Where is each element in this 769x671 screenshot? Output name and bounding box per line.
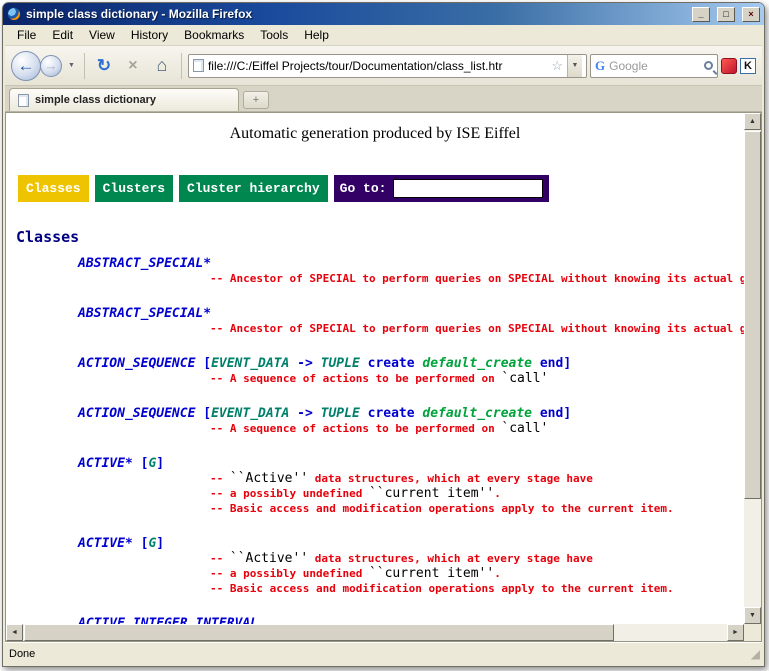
search-bar[interactable]: G [590, 54, 718, 78]
scroll-left-button[interactable]: ◄ [6, 624, 23, 641]
class-comment-line: -- A sequence of actions to be performed… [210, 371, 744, 386]
goto-box: Go to: [334, 175, 550, 202]
tab-simple-class-dictionary[interactable]: simple class dictionary [9, 88, 239, 111]
resize-grip[interactable]: ◢ [751, 648, 760, 660]
class-comments: -- A sequence of actions to be performed… [210, 421, 744, 436]
scroll-down-button[interactable]: ▼ [744, 607, 761, 624]
page-title: Automatic generation produced by ISE Eif… [6, 125, 744, 143]
class-entry: ABSTRACT_SPECIAL*-- Ancestor of SPECIAL … [78, 256, 744, 286]
goto-input[interactable] [393, 179, 543, 198]
class-name-link[interactable]: ACTIVE* [G] [78, 456, 744, 471]
forward-button[interactable]: → [40, 55, 62, 77]
class-comment-line: -- a possibly undefined ``current item''… [210, 486, 744, 501]
class-comment-line: -- Basic access and modification operati… [210, 581, 744, 596]
addon-icon-k[interactable]: K [740, 58, 756, 74]
class-entry: ACTIVE* [G]-- ``Active'' data structures… [78, 536, 744, 596]
tab-favicon [18, 94, 29, 107]
class-comments: -- Ancestor of SPECIAL to perform querie… [210, 271, 744, 286]
page-button-classes[interactable]: Classes [18, 175, 89, 202]
class-name-link[interactable]: ACTIVE* [G] [78, 536, 744, 551]
history-dropdown-icon[interactable]: ▼ [65, 62, 78, 69]
address-dropdown-button[interactable]: ▼ [567, 55, 582, 77]
class-entry: ACTION_SEQUENCE [EVENT_DATA -> TUPLE cre… [78, 406, 744, 436]
class-entry: ABSTRACT_SPECIAL*-- Ancestor of SPECIAL … [78, 306, 744, 336]
class-comment-line: -- ``Active'' data structures, which at … [210, 551, 744, 566]
class-list: ABSTRACT_SPECIAL*-- Ancestor of SPECIAL … [6, 256, 744, 624]
tab-bar: simple class dictionary + [5, 86, 762, 112]
class-name-link[interactable]: ACTION_SEQUENCE [EVENT_DATA -> TUPLE cre… [78, 406, 744, 421]
toolbar-separator [181, 53, 182, 79]
class-comment-line: -- Ancestor of SPECIAL to perform querie… [210, 321, 744, 336]
horizontal-scroll-thumb[interactable] [24, 624, 614, 641]
class-comment-line: -- ``Active'' data structures, which at … [210, 471, 744, 486]
address-input[interactable] [208, 59, 547, 73]
menu-item-edit[interactable]: Edit [44, 26, 81, 44]
horizontal-scrollbar[interactable]: ◄ ► [6, 624, 744, 641]
navigation-toolbar: ← → ▼ ↻ × ⌂ ☆ ▼ G K [5, 46, 762, 86]
page-button-clusters[interactable]: Clusters [95, 175, 173, 202]
class-comment-line: -- Basic access and modification operati… [210, 501, 744, 516]
bookmark-star-icon[interactable]: ☆ [551, 58, 563, 74]
search-magnifier-icon[interactable] [704, 61, 713, 70]
class-comments: -- ``Active'' data structures, which at … [210, 471, 744, 516]
browser-viewport: Automatic generation produced by ISE Eif… [5, 112, 762, 642]
search-input[interactable] [609, 59, 700, 73]
menu-item-history[interactable]: History [123, 26, 176, 44]
reload-button[interactable]: ↻ [91, 53, 117, 79]
class-entry: ACTIVE* [G]-- ``Active'' data structures… [78, 456, 744, 516]
home-button[interactable]: ⌂ [149, 53, 175, 79]
class-comment-line: -- A sequence of actions to be performed… [210, 421, 744, 436]
section-heading: Classes [16, 228, 744, 246]
google-logo-icon[interactable]: G [595, 58, 605, 74]
class-comments: -- A sequence of actions to be performed… [210, 371, 744, 386]
back-button[interactable]: ← [11, 51, 41, 81]
firefox-icon [7, 7, 21, 21]
class-entry: ACTION_SEQUENCE [EVENT_DATA -> TUPLE cre… [78, 356, 744, 386]
menu-item-tools[interactable]: Tools [252, 26, 296, 44]
minimize-button[interactable]: _ [692, 7, 710, 22]
class-name-link[interactable]: ABSTRACT_SPECIAL* [78, 256, 744, 271]
scrollbar-corner [744, 624, 761, 641]
vertical-scroll-thumb[interactable] [744, 131, 761, 499]
scroll-up-button[interactable]: ▲ [744, 113, 761, 130]
browser-window: simple class dictionary - Mozilla Firefo… [2, 2, 765, 667]
toolbar-separator [84, 53, 85, 79]
page-nav-buttons: ClassesClustersCluster hierarchy Go to: [18, 175, 744, 202]
menu-item-bookmarks[interactable]: Bookmarks [176, 26, 252, 44]
menu-item-file[interactable]: File [9, 26, 44, 44]
menu-item-view[interactable]: View [81, 26, 123, 44]
class-entry: ACTIVE_INTEGER_INTERVAL [78, 616, 744, 624]
address-bar[interactable]: ☆ ▼ [188, 54, 587, 78]
page-button-cluster-hierarchy[interactable]: Cluster hierarchy [179, 175, 328, 202]
menu-bar: FileEditViewHistoryBookmarksToolsHelp [5, 25, 762, 46]
close-button[interactable]: × [742, 7, 760, 22]
menu-item-help[interactable]: Help [296, 26, 337, 44]
tab-label: simple class dictionary [35, 94, 156, 106]
document-page: Automatic generation produced by ISE Eif… [6, 113, 744, 624]
class-name-link[interactable]: ACTIVE_INTEGER_INTERVAL [78, 616, 744, 624]
maximize-button[interactable]: □ [717, 7, 735, 22]
class-comment-line: -- a possibly undefined ``current item''… [210, 566, 744, 581]
window-title: simple class dictionary - Mozilla Firefo… [26, 7, 685, 21]
status-bar: Done ◢ [5, 642, 762, 664]
class-name-link[interactable]: ACTION_SEQUENCE [EVENT_DATA -> TUPLE cre… [78, 356, 744, 371]
goto-label: Go to: [340, 181, 387, 196]
class-name-link[interactable]: ABSTRACT_SPECIAL* [78, 306, 744, 321]
page-favicon [193, 59, 204, 72]
class-comments: -- Ancestor of SPECIAL to perform querie… [210, 321, 744, 336]
new-tab-button[interactable]: + [243, 91, 269, 109]
title-bar[interactable]: simple class dictionary - Mozilla Firefo… [3, 3, 764, 25]
scroll-right-button[interactable]: ► [727, 624, 744, 641]
status-text: Done [9, 648, 751, 660]
stop-button[interactable]: × [120, 53, 146, 79]
vertical-scrollbar[interactable]: ▲ ▼ [744, 113, 761, 624]
addon-icon-red[interactable] [721, 58, 737, 74]
class-comment-line: -- Ancestor of SPECIAL to perform querie… [210, 271, 744, 286]
class-comments: -- ``Active'' data structures, which at … [210, 551, 744, 596]
